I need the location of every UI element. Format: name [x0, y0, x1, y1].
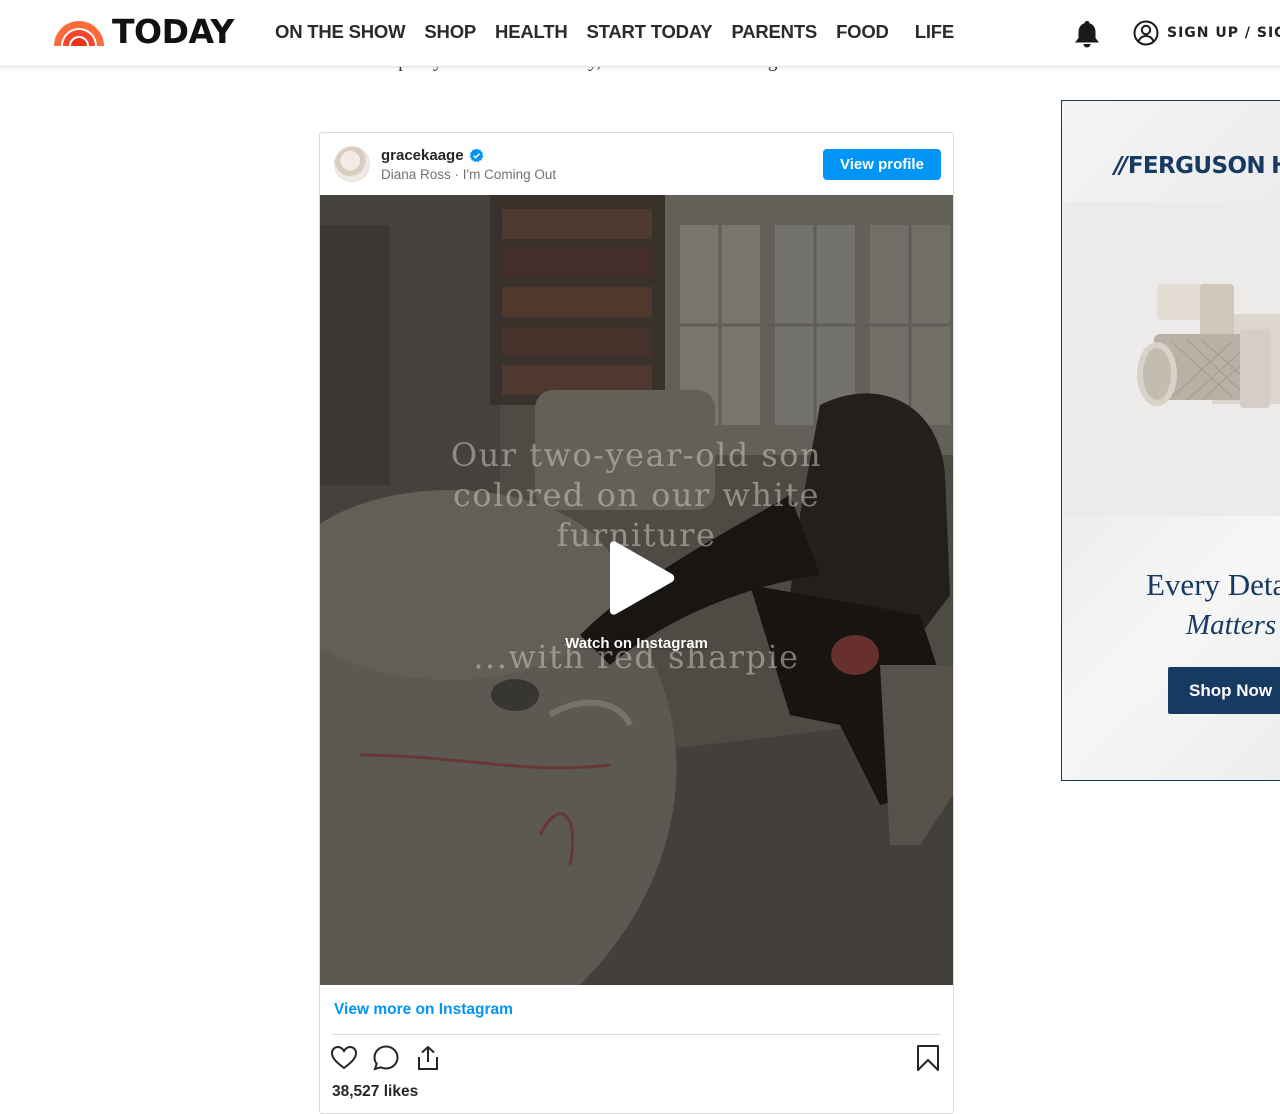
bookmark-icon[interactable]	[914, 1044, 942, 1072]
nav-item-parents[interactable]: PARENTS	[731, 20, 817, 44]
nav-item-life[interactable]: LIFE	[915, 20, 954, 44]
video-caption-line-1: Our two-year-old son	[450, 436, 823, 474]
today-sunrise-icon	[54, 21, 104, 46]
instagram-username[interactable]: gracekaage	[381, 147, 484, 164]
verified-icon	[469, 148, 483, 163]
bell-icon[interactable]	[1073, 19, 1101, 49]
ad-headline: Every Deta	[1146, 567, 1280, 602]
ferguson-brand-suffix: H	[1271, 153, 1280, 179]
instagram-header: gracekaage Diana Ross · I'm Coming Out V…	[320, 133, 953, 195]
cabinet-knob-image	[1062, 202, 1280, 516]
divider	[332, 1034, 941, 1035]
ferguson-logo: // FERGUSON H	[1114, 153, 1280, 179]
shop-now-button[interactable]: Shop Now	[1168, 667, 1280, 714]
view-profile-button[interactable]: View profile	[823, 149, 941, 180]
nav-item-food[interactable]: FOOD	[836, 20, 889, 44]
instagram-video[interactable]: Our two-year-old son colored on our whit…	[320, 195, 953, 985]
main-nav: ON THE SHOW SHOP HEALTH START TODAY PARE…	[275, 20, 973, 44]
nav-item-on-the-show[interactable]: ON THE SHOW	[275, 20, 406, 44]
nav-item-start-today[interactable]: START TODAY	[586, 20, 712, 44]
ferguson-mark-icon: //	[1114, 153, 1128, 179]
ferguson-ad[interactable]: // FERGUSON H Every Deta Matters Shop No…	[1061, 100, 1280, 781]
signup-label: SIGN UP / SIGN	[1167, 25, 1280, 41]
username-text: gracekaage	[381, 147, 464, 164]
today-logo[interactable]: TODAY	[52, 14, 234, 50]
watch-on-instagram-label[interactable]: Watch on Instagram	[320, 635, 953, 652]
avatar[interactable]	[334, 146, 370, 182]
logo-wordmark: TODAY	[112, 12, 234, 51]
signup-link[interactable]: SIGN UP / SIGN	[1133, 20, 1280, 46]
comment-icon[interactable]	[372, 1044, 400, 1072]
video-caption: Our two-year-old son colored on our whit…	[320, 435, 953, 555]
view-more-link[interactable]: View more on Instagram	[334, 1001, 513, 1019]
instagram-actions	[330, 1044, 942, 1074]
nav-item-health[interactable]: HEALTH	[495, 20, 568, 44]
instagram-embed: gracekaage Diana Ross · I'm Coming Out V…	[319, 132, 954, 1114]
instagram-audio-label[interactable]: Diana Ross · I'm Coming Out	[381, 167, 556, 182]
video-caption-line-2: colored on our white	[453, 476, 820, 514]
likes-count[interactable]: 38,527 likes	[332, 1083, 418, 1101]
play-icon[interactable]	[604, 541, 676, 615]
user-circle-icon	[1133, 20, 1159, 46]
ferguson-brand-text: FERGUSON	[1127, 153, 1266, 179]
product-photo	[1062, 202, 1280, 516]
heart-icon[interactable]	[330, 1044, 358, 1072]
site-header: TODAY ON THE SHOW SHOP HEALTH START TODA…	[0, 0, 1280, 67]
ad-subline: Matters	[1186, 609, 1277, 641]
nav-item-shop[interactable]: SHOP	[424, 20, 476, 44]
share-icon[interactable]	[414, 1044, 442, 1072]
